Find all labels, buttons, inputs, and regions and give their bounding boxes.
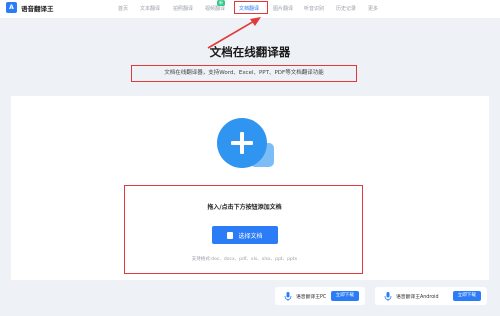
active-nav-highlight-box — [234, 1, 268, 14]
nav-item-video-translate[interactable]: 视频翻译 — [205, 5, 225, 12]
document-add-icon — [217, 118, 274, 168]
app-logo[interactable]: A 语音翻译王 — [6, 2, 54, 13]
download-pc-card: 语音翻译王PC 立即下载 — [275, 287, 365, 305]
app-logo-icon: A — [6, 2, 17, 13]
nav-item-photo-translate[interactable]: 拍照翻译 — [173, 5, 193, 12]
page-subtitle: 文档在线翻译器，支持Word、Excel、PPT、PDF等文档翻译功能 — [131, 65, 357, 82]
new-badge: 新 — [217, 0, 225, 6]
nav-item-text-translate[interactable]: 文本翻译 — [140, 5, 160, 12]
nav-item-listen-recognize[interactable]: 听音识别 — [304, 5, 324, 12]
app-name: 语音翻译王 — [21, 4, 54, 13]
mic-icon — [384, 291, 392, 301]
nav-item-home[interactable]: 首页 — [118, 5, 128, 12]
download-pc-button[interactable]: 立即下载 — [330, 291, 359, 301]
download-android-card: 语音翻译王Android 立即下载 — [375, 287, 487, 305]
nav-item-image-translate[interactable]: 图片翻译 — [273, 5, 293, 12]
supported-formats-text: 支持格式:doc、docx、pdf、xls、xlsx、ppt、pptx — [191, 257, 298, 262]
select-document-label: 选择文档 — [238, 232, 263, 240]
nav-item-history[interactable]: 历史记录 — [336, 5, 356, 12]
upload-title: 拖入/点击下方按钮添加文档 — [207, 204, 282, 211]
file-icon — [227, 231, 234, 239]
download-android-button[interactable]: 立即下载 — [452, 291, 481, 301]
page-title: 文档在线翻译器 — [209, 45, 291, 59]
select-document-button[interactable]: 选择文档 — [212, 226, 278, 244]
nav-item-more[interactable]: 更多 — [368, 5, 378, 12]
download-pc-label: 语音翻译王PC — [296, 294, 327, 300]
upload-drop-zone[interactable]: 拖入/点击下方按钮添加文档 选择文档 支持格式:doc、docx、pdf、xls… — [124, 185, 363, 274]
mic-icon — [284, 291, 292, 301]
download-android-label: 语音翻译王Android — [396, 294, 439, 300]
